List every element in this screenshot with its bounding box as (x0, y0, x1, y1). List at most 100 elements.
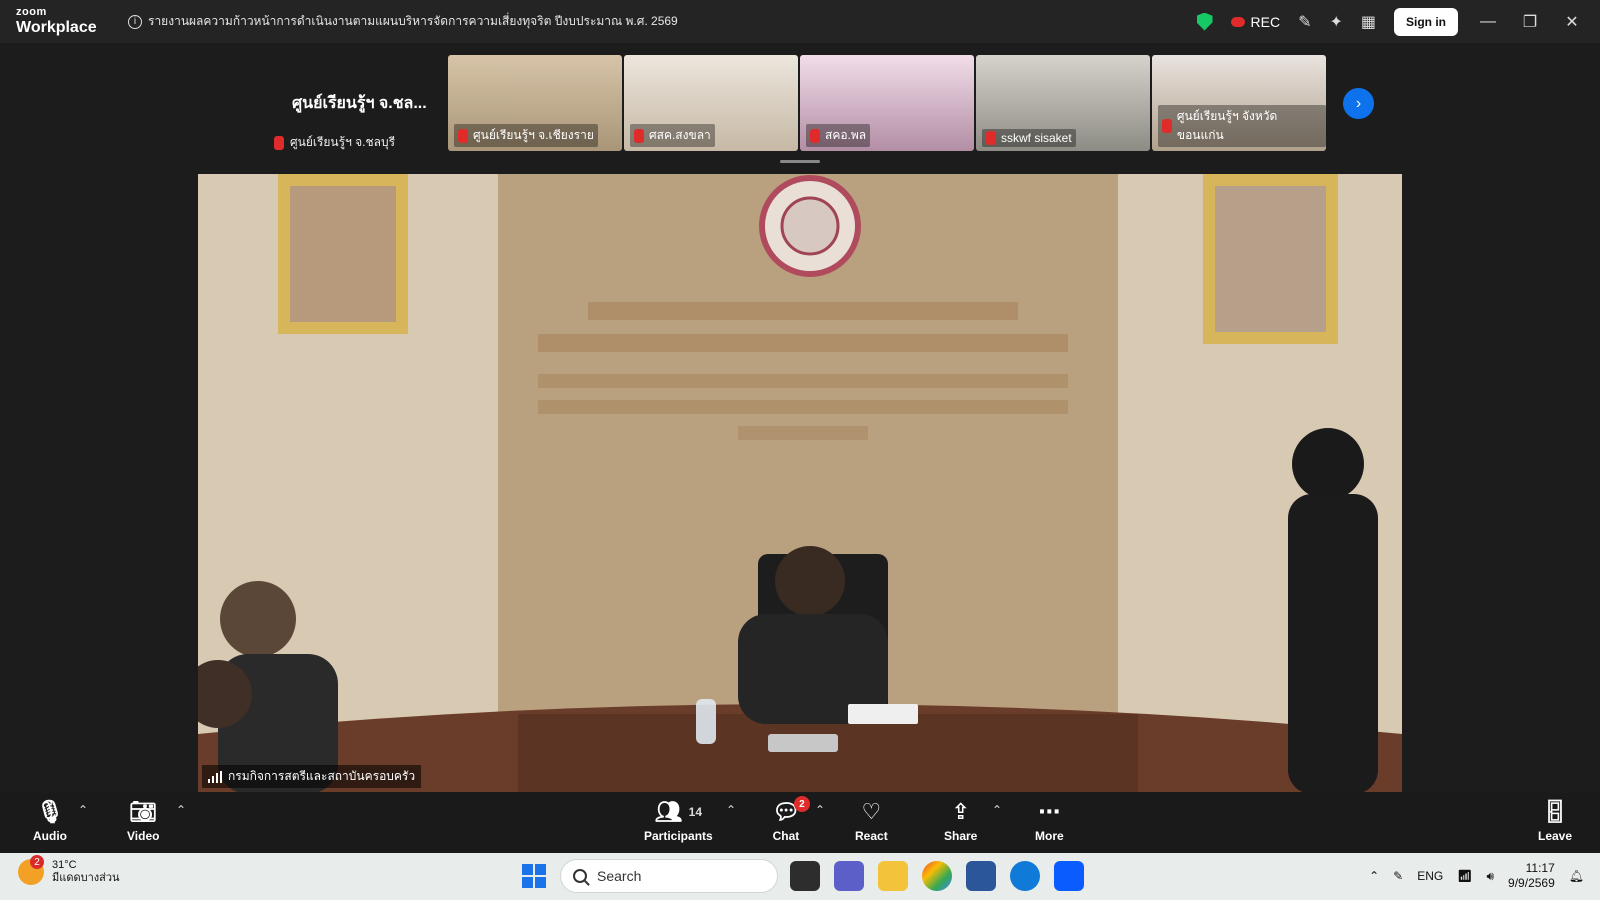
recording-indicator[interactable]: REC (1230, 13, 1281, 30)
video-button[interactable]: 📷︎ Video (127, 799, 159, 843)
mic-muted-icon (634, 128, 644, 143)
word-icon[interactable] (966, 861, 996, 891)
more-icon: ⋯ (1038, 799, 1061, 824)
system-tray: ⌃ ✎ ENG 📶︎ 🔊︎ 11:17 9/9/2569 🔔︎ (1369, 861, 1584, 891)
meeting-title-text: รายงานผลความก้าวหน้าการดำเนินงานตามแผนบร… (148, 14, 678, 28)
file-explorer-icon[interactable] (878, 861, 908, 891)
chevron-right-icon: › (1355, 94, 1362, 112)
react-label: React (855, 829, 888, 843)
current-video-name: ศูนย์เรียนรู้ฯ จ.ชลบุรี (290, 135, 396, 149)
thumbnail-video[interactable]: ศูนย์เรียนรู้ฯ จ.เชียงราย (448, 55, 622, 151)
more-button[interactable]: ⋯ More (1035, 799, 1064, 843)
rec-label: REC (1250, 13, 1281, 30)
clock-time: 11:17 (1525, 861, 1555, 875)
thumbnail-video[interactable]: sskwf sisaket (976, 55, 1150, 151)
mic-muted-icon (458, 128, 468, 143)
thumbnail-name-tag: sskwf sisaket (982, 129, 1076, 147)
chat-unread-badge: 2 (793, 796, 810, 812)
more-label: More (1035, 829, 1064, 843)
brand-bottom: Workplace (16, 19, 97, 36)
thumbnail-name: สคอ.พล (825, 128, 867, 142)
search-placeholder: Search (597, 868, 642, 884)
weather-notification-badge: 2 (30, 855, 44, 870)
meeting-title[interactable]: i รายงานผลความก้าวหน้าการดำเนินงานตามแผน… (128, 12, 678, 31)
mic-muted-icon (810, 128, 820, 143)
view-grid-icon[interactable]: ▦ (1361, 12, 1376, 32)
sign-in-button[interactable]: Sign in (1394, 7, 1458, 36)
thumbnail-name-tag: ศูนย์เรียนรู้ฯ จ.เชียงราย (454, 124, 598, 147)
clock[interactable]: 11:17 9/9/2569 (1508, 861, 1555, 891)
audio-button[interactable]: 🎙︎ Audio (33, 799, 67, 843)
participants-icon: 👥︎ (654, 799, 683, 824)
thumbnail-name: ศูนย์เรียนรู้ฯ จ.เชียงราย (473, 128, 594, 142)
task-view-icon[interactable] (790, 861, 820, 891)
share-screen-icon: ⇪ (951, 799, 970, 824)
thumbnail-video[interactable]: สคอ.พล (800, 55, 974, 151)
mic-muted-icon (986, 131, 996, 145)
windows-start-icon[interactable] (522, 864, 546, 888)
thumbnail-video[interactable]: ศสค.สงขลา (624, 55, 798, 151)
teams-icon[interactable] (834, 861, 864, 891)
zoom-logo: zoom Workplace (0, 7, 120, 36)
react-button[interactable]: ♡ React (855, 799, 888, 843)
chat-label: Chat (772, 829, 800, 843)
thumbnail-video[interactable]: ศูนย์เรียนรู้ฯ จังหวัดขอนแก่น (1152, 55, 1326, 151)
participants-options-caret[interactable]: ⌃ (726, 803, 736, 817)
thumbnail-name: sskwf sisaket (1001, 131, 1072, 145)
participants-button[interactable]: 👥︎ 14 Participants (644, 799, 713, 843)
audio-label: Audio (33, 829, 67, 843)
thumbnail-name: ศูนย์เรียนรู้ฯ จังหวัดขอนแก่น (1176, 109, 1278, 142)
clock-date: 9/9/2569 (1508, 876, 1555, 890)
weather-temp: 31°C (52, 859, 77, 871)
next-thumbnails-button[interactable]: › (1343, 88, 1374, 119)
video-options-caret[interactable]: ⌃ (176, 803, 186, 817)
strip-resize-handle[interactable] (780, 160, 820, 163)
info-icon[interactable]: i (128, 14, 142, 29)
thumbnail-name-tag: ศูนย์เรียนรู้ฯ จังหวัดขอนแก่น (1158, 105, 1326, 147)
encryption-shield-icon[interactable] (1196, 12, 1213, 31)
speaker-name: กรมกิจการสตรีและสถาบันครอบครัว (228, 769, 416, 783)
chrome-icon[interactable] (922, 861, 952, 891)
share-button[interactable]: ⇪ Share (944, 799, 977, 843)
weather-partly-cloudy-icon: 2 (18, 855, 44, 886)
edge-icon[interactable] (1010, 861, 1040, 891)
search-icon (573, 869, 587, 883)
show-hidden-icons-icon[interactable]: ⌃ (1369, 869, 1379, 883)
volume-icon[interactable]: 🔊︎ (1486, 869, 1494, 884)
current-video-name-tag: ศูนย์เรียนรู้ฯ จ.ชลบุรี (274, 133, 395, 152)
cloud-record-icon (1230, 16, 1245, 27)
participants-label: Participants (644, 829, 713, 843)
top-right-controls: REC ✎ ✦ ▦ Sign in — ❐ ✕ (1196, 7, 1600, 36)
ai-companion-icon[interactable]: ✦ (1329, 12, 1342, 32)
mic-muted-icon: 🎙︎ (36, 799, 64, 824)
close-window-button[interactable]: ✕ (1560, 12, 1584, 32)
notifications-icon[interactable]: 🔔︎ (1569, 869, 1584, 883)
windows-taskbar: 2 31°C มีแดดบางส่วน Search ⌃ ✎ ENG 📶︎ 🔊︎… (0, 853, 1600, 900)
annotate-icon[interactable]: ✎ (1298, 12, 1311, 32)
chat-options-caret[interactable]: ⌃ (815, 803, 825, 817)
heart-icon: ♡ (861, 799, 882, 824)
zoom-taskbar-icon[interactable] (1054, 861, 1084, 891)
share-options-caret[interactable]: ⌃ (992, 803, 1002, 817)
thumbnail-name: ศสค.สงขลา (649, 128, 711, 142)
weather-text: 31°C มีแดดบางส่วน (52, 859, 120, 885)
mic-muted-icon (274, 135, 284, 150)
participant-strip: ศูนย์เรียนรู้ฯ จ.ชล... ศูนย์เรียนรู้ฯ จ.… (0, 43, 1600, 163)
wifi-icon[interactable]: 📶︎ (1457, 869, 1472, 883)
mic-muted-icon (1162, 119, 1172, 133)
main-video-scene (198, 174, 1402, 792)
restore-window-button[interactable]: ❐ (1518, 12, 1542, 32)
language-indicator[interactable]: ENG (1417, 869, 1443, 883)
meeting-toolbar: 🎙︎ Audio ⌃ 📷︎ Video ⌃ 👥︎ 14 Participants… (0, 793, 1600, 853)
chat-button[interactable]: 💬︎ 2 Chat (772, 796, 810, 843)
pen-wifi-icon[interactable]: ✎ (1393, 869, 1403, 883)
weather-desc: มีแดดบางส่วน (52, 872, 120, 885)
weather-widget[interactable]: 2 31°C มีแดดบางส่วน (18, 855, 120, 886)
connection-signal-icon (208, 770, 222, 783)
minimize-window-button[interactable]: — (1476, 13, 1500, 31)
taskbar-search-box[interactable]: Search (560, 859, 778, 893)
audio-options-caret[interactable]: ⌃ (78, 803, 88, 817)
thumbnail-list: ศูนย์เรียนรู้ฯ จ.เชียงราย ศสค.สงขลา สคอ.… (448, 55, 1326, 151)
main-speaker-video[interactable]: กรมกิจการสตรีและสถาบันครอบครัว (198, 174, 1402, 792)
leave-button[interactable]: 🚪︎ Leave (1538, 799, 1572, 843)
